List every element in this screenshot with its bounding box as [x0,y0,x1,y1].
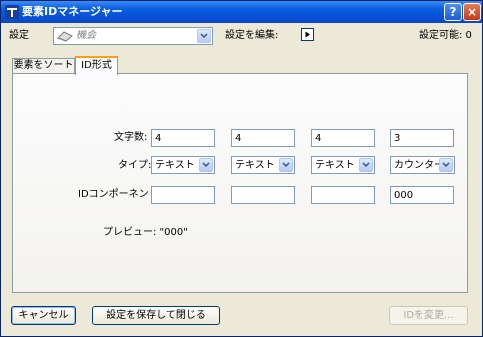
tab-id-format-label: ID形式 [81,60,112,71]
id-format-panel [12,73,468,293]
settings-label: 設定 [9,30,29,41]
chars-field-1[interactable]: 4 [151,129,215,147]
type-select-1-dropdown[interactable] [199,158,213,172]
type-select-3-dropdown[interactable] [359,158,373,172]
chevron-down-icon [202,162,210,168]
chevron-down-icon [282,162,290,168]
tab-id-format[interactable]: ID形式 [75,56,118,75]
app-icon [5,5,19,19]
component-field-4[interactable]: 000 [390,186,454,204]
chars-field-3[interactable]: 4 [311,129,375,147]
type-select-1[interactable]: テキスト [151,156,215,174]
component-field-1[interactable] [151,186,215,204]
element-id-manager-window: 要素IDマネージャー ? × 設定 機会 設定を編集: 設定可能: 0 要素をソ… [0,0,483,337]
settings-dropdown-button[interactable] [197,29,211,43]
chars-label: 文字数: [114,132,148,143]
tab-sort-elements-label: 要素をソート [13,60,74,71]
save-and-close-button[interactable]: 設定を保存して閉じる [92,306,220,325]
type-select-3[interactable]: テキスト [311,156,375,174]
settings-combobox[interactable]: 機会 [53,27,213,45]
eraser-icon [57,31,73,42]
type-select-3-value: テキスト [315,160,355,171]
component-field-3[interactable] [311,186,375,204]
chevron-down-icon [442,162,450,168]
edit-settings-label: 設定を編集: [225,30,279,41]
type-label: タイプ: [118,160,152,171]
play-icon [305,31,310,38]
chevron-down-icon [362,162,370,168]
id-component-label: IDコンポーネント: [78,189,163,200]
window-title: 要素IDマネージャー [22,5,123,18]
title-bar[interactable]: 要素IDマネージャー ? × [1,1,482,23]
type-select-2[interactable]: テキスト [231,156,295,174]
chars-field-2[interactable]: 4 [231,129,295,147]
edit-settings-button[interactable] [301,28,314,41]
type-select-1-value: テキスト [155,160,195,171]
change-id-button[interactable]: IDを変更... [389,306,468,325]
settings-available-count: 設定可能: 0 [419,30,472,41]
close-icon: × [466,5,478,19]
help-icon: ? [449,5,457,19]
preview-text: プレビュー: "000" [103,227,188,238]
type-select-4[interactable]: カウンター [390,156,455,174]
help-button[interactable]: ? [444,3,462,21]
chars-field-4[interactable]: 3 [390,129,454,147]
chevron-down-icon [200,33,208,39]
type-select-4-value: カウンター [394,160,444,171]
type-select-2-value: テキスト [235,160,275,171]
type-select-2-dropdown[interactable] [279,158,293,172]
type-select-4-dropdown[interactable] [439,158,453,172]
tab-sort-elements[interactable]: 要素をソート [12,58,75,74]
close-button[interactable]: × [463,3,481,21]
cancel-button[interactable]: キャンセル [11,306,76,325]
component-field-2[interactable] [231,186,295,204]
settings-combobox-value: 機会 [76,30,96,41]
